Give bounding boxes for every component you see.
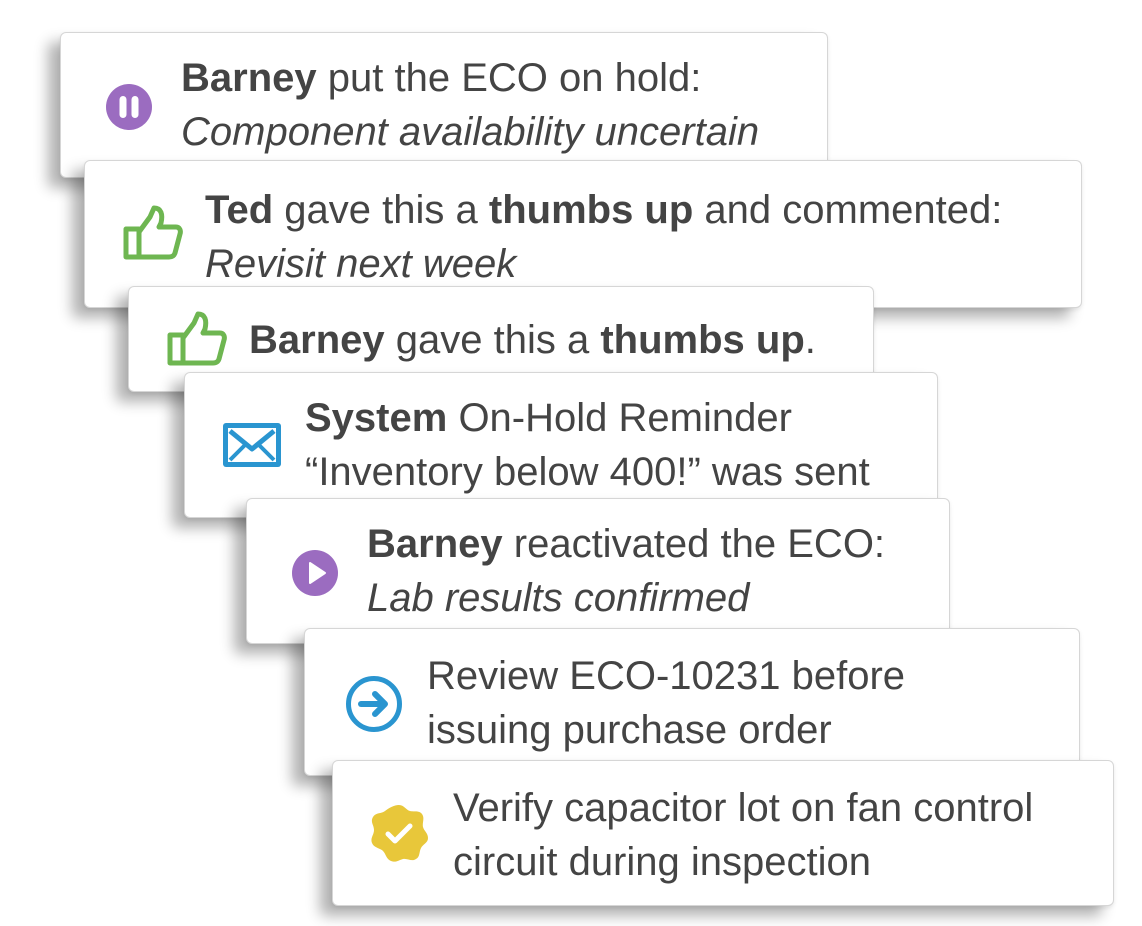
comment-text: Component availability uncertain	[181, 110, 760, 154]
activity-item-on-hold: Barney put the ECO on hold: Component av…	[60, 32, 828, 178]
envelope-icon	[223, 423, 281, 467]
actor-name: Barney	[249, 318, 385, 362]
actor-name: Barney	[367, 522, 503, 566]
action-text: gave this a	[395, 318, 590, 362]
activity-text: Barney gave this a thumbs up.	[249, 313, 816, 367]
reminder-detail: “Inventory below 400!” was sent	[305, 450, 870, 494]
actor-name: Ted	[205, 188, 274, 232]
task-text: Review ECO-10231 before issuing purchase…	[427, 649, 905, 757]
action-text: reactivated the ECO:	[513, 522, 886, 566]
comment-text: Revisit next week	[205, 242, 517, 286]
reaction-label: thumbs up	[600, 318, 805, 362]
activity-item-reactivated: Barney reactivated the ECO: Lab results …	[246, 498, 950, 644]
action-text: gave this a	[284, 188, 478, 232]
arrow-right-circle-icon	[346, 676, 402, 732]
action-text: and commented:	[704, 188, 1003, 232]
reaction-label: thumbs up	[488, 188, 694, 232]
task-line: Review ECO-10231 before	[427, 654, 906, 698]
actor-name: System	[305, 396, 448, 440]
action-text: .	[804, 318, 816, 362]
task-text: Verify capacitor lot on fan control circ…	[453, 781, 1033, 889]
action-text: put the ECO on hold:	[327, 56, 702, 100]
play-circle-icon	[292, 550, 338, 596]
action-text: On-Hold Reminder	[458, 396, 792, 440]
check-badge-icon	[371, 805, 428, 862]
actor-name: Barney	[181, 56, 317, 100]
task-line: Verify capacitor lot on fan control	[453, 786, 1034, 830]
task-item-review[interactable]: Review ECO-10231 before issuing purchase…	[304, 628, 1080, 776]
activity-item-system-reminder: System On-Hold Reminder “Inventory below…	[184, 372, 938, 518]
comment-text: Lab results confirmed	[367, 576, 750, 620]
activity-text: Barney reactivated the ECO: Lab results …	[367, 517, 885, 625]
task-line: circuit during inspection	[453, 840, 871, 884]
activity-text: System On-Hold Reminder “Inventory below…	[305, 391, 870, 499]
thumbs-up-icon	[123, 205, 183, 260]
pause-circle-icon	[106, 84, 152, 130]
activity-text: Barney put the ECO on hold: Component av…	[181, 51, 759, 159]
task-item-verify[interactable]: Verify capacitor lot on fan control circ…	[332, 760, 1114, 906]
activity-text: Ted gave this a thumbs up and commented:…	[205, 183, 1002, 291]
task-line: issuing purchase order	[427, 708, 832, 752]
thumbs-up-icon	[167, 311, 227, 366]
